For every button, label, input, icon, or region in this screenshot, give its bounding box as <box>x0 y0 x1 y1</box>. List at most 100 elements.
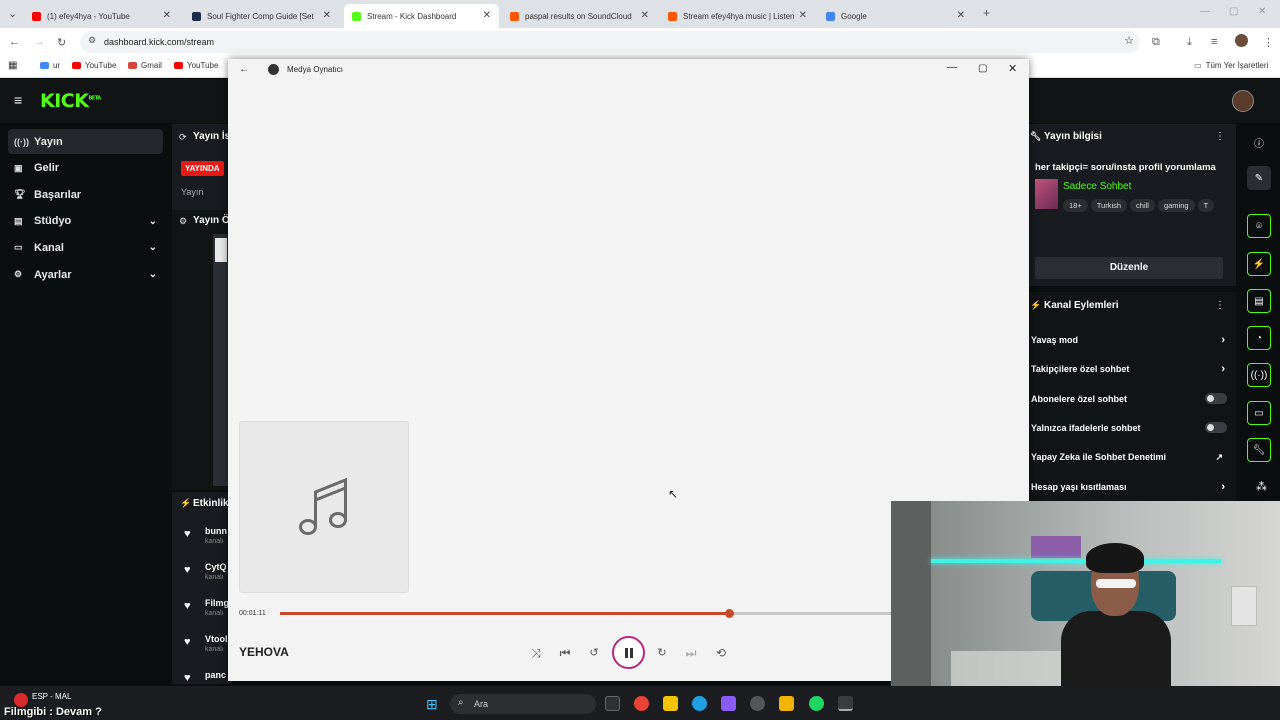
sticky-notes-icon[interactable] <box>663 696 678 711</box>
info-icon[interactable]: ⓘ <box>1254 135 1264 150</box>
activity-user[interactable]: Vtool <box>205 634 228 644</box>
toggle-switch[interactable] <box>1205 422 1227 433</box>
menu-kebab-icon[interactable]: ⋮ <box>1263 36 1274 49</box>
channel-action-item[interactable]: Hesap yaşı kısıtlaması › <box>1031 481 1227 493</box>
minimize-icon[interactable]: — <box>1200 6 1210 17</box>
profile-avatar[interactable] <box>1235 34 1248 47</box>
external-link-icon[interactable]: ↗ <box>1215 452 1223 463</box>
shuffle-icon[interactable]: ⤨ <box>527 644 545 662</box>
media-player-taskbar-icon[interactable] <box>838 696 853 711</box>
back-icon[interactable]: ← <box>9 36 20 48</box>
reload-icon[interactable]: ↻ <box>57 36 66 49</box>
download-icon[interactable]: ⤓ <box>1187 36 1192 49</box>
sidebar-item[interactable]: 🏆︎ Başarılar <box>8 182 163 207</box>
stream-tag[interactable]: T <box>1197 199 1215 212</box>
task-view-icon[interactable] <box>605 696 620 711</box>
next-track-icon[interactable]: ⏭ <box>682 644 700 662</box>
tab-close-icon[interactable]: ✕ <box>957 10 965 21</box>
chevron-right-icon[interactable]: › <box>1221 334 1225 346</box>
channel-action-item[interactable]: Yavaş mod › <box>1031 334 1227 346</box>
progress-thumb[interactable] <box>725 609 734 618</box>
file-explorer-icon[interactable] <box>779 696 794 711</box>
media-controls-icon[interactable]: ≡ <box>1211 36 1217 48</box>
browser-tab[interactable]: Google ✕ <box>818 4 973 28</box>
tab-close-icon[interactable]: ✕ <box>483 10 491 21</box>
channel-actions-menu-icon[interactable]: ⋮ <box>1215 300 1225 311</box>
settings-icon[interactable] <box>750 696 765 711</box>
taskbar-search[interactable]: ⌕ Ara <box>450 694 596 714</box>
chevron-down-icon[interactable]: ⌄ <box>149 242 157 253</box>
tab-close-icon[interactable]: ✕ <box>641 10 649 21</box>
stream-tag[interactable]: 18+ <box>1063 199 1088 212</box>
channel-action-item[interactable]: Yapay Zeka ile Sohbet Denetimi ↗ <box>1031 452 1227 462</box>
stream-tag[interactable]: Turkish <box>1090 199 1128 212</box>
sidebar-item[interactable]: ▤ Stüdyo ⌄ <box>8 209 163 234</box>
lightning-icon[interactable]: ⚡ <box>1247 252 1271 276</box>
extensions-icon[interactable]: ⧉ <box>1152 36 1160 49</box>
chrome-icon[interactable] <box>634 696 649 711</box>
stream-tag[interactable]: gaming <box>1157 199 1195 212</box>
channel-action-item[interactable]: Yalnızca ifadelerle sohbet <box>1031 422 1227 433</box>
tab-close-icon[interactable]: ✕ <box>323 10 331 21</box>
rewind-10-icon[interactable]: ↺ <box>585 644 603 662</box>
back-arrow-icon[interactable]: ← <box>239 64 249 75</box>
bookmark-star-icon[interactable]: ☆ <box>1124 34 1134 47</box>
browser-tab[interactable]: Stream efey4hya music | Listen ✕ <box>660 4 815 28</box>
apps-grid-icon[interactable]: ▦ <box>8 60 17 71</box>
previous-track-icon[interactable]: ⏮ <box>556 644 574 662</box>
sidebar-item[interactable]: ▭ Kanal ⌄ <box>8 235 163 260</box>
chevron-down-icon[interactable]: ⌄ <box>149 216 157 227</box>
activity-user[interactable]: panc <box>205 670 226 680</box>
bookmark-item[interactable]: YouTube <box>174 61 218 70</box>
broadcast-signal-icon[interactable]: ((·)) <box>1247 363 1271 387</box>
stream-tag[interactable]: chill <box>1130 199 1155 212</box>
category-thumbnail[interactable] <box>1035 179 1058 209</box>
player-close-icon[interactable]: ✕ <box>1008 62 1017 75</box>
hamburger-menu-icon[interactable]: ≡ <box>14 92 22 108</box>
chevron-down-icon[interactable]: ⌄ <box>149 269 157 280</box>
chevron-right-icon[interactable]: › <box>1221 363 1225 375</box>
chat-bubble-icon[interactable]: ◔ <box>1247 326 1271 350</box>
player-minimize-icon[interactable]: — <box>947 62 957 73</box>
edge-icon[interactable] <box>692 696 707 711</box>
new-tab-icon[interactable]: + <box>983 6 990 20</box>
user-avatar[interactable] <box>1232 90 1254 112</box>
bookmark-item[interactable]: YouTube <box>72 61 116 70</box>
kick-logo[interactable]: KICKBETA <box>40 90 101 112</box>
tab-close-icon[interactable]: ✕ <box>799 10 807 21</box>
stream-category[interactable]: Sadece Sohbet <box>1063 181 1131 192</box>
activity-user[interactable]: CytQ <box>205 562 227 572</box>
all-bookmarks[interactable]: ▭ Tüm Yer İşaretleri <box>1194 61 1268 70</box>
channel-action-item[interactable]: Takipçilere özel sohbet › <box>1031 363 1227 375</box>
pause-button[interactable] <box>612 636 645 669</box>
sidebar-item[interactable]: ⚙ Ayarlar ⌄ <box>8 262 163 287</box>
repeat-icon[interactable]: ⟲ <box>712 644 730 662</box>
browser-tab[interactable]: Soul Fighter Comp Guide [Set ✕ <box>184 4 339 28</box>
tab-search-icon[interactable]: ⌄ <box>8 7 17 20</box>
sidebar-item[interactable]: ((·)) Yayın <box>8 129 163 154</box>
maximize-icon[interactable]: ▢ <box>1229 6 1238 17</box>
layout-icon[interactable]: ▭ <box>1247 401 1271 425</box>
activity-user[interactable]: Filmg <box>205 598 229 608</box>
document-icon[interactable]: ▤ <box>1247 289 1271 313</box>
windows-start-icon[interactable]: ⊞ <box>426 696 438 713</box>
stream-info-menu-icon[interactable]: ⋮ <box>1215 131 1225 142</box>
chevron-right-icon[interactable]: › <box>1221 481 1225 493</box>
site-info-icon[interactable]: ⚙ <box>88 35 96 46</box>
address-bar[interactable]: ⚙ dashboard.kick.com/stream ☆ <box>80 31 1140 53</box>
forward-icon[interactable]: → <box>34 36 45 48</box>
spotify-icon[interactable] <box>809 696 824 711</box>
more-options-icon[interactable]: ⁂ <box>1256 480 1267 493</box>
activity-user[interactable]: bunn <box>205 526 227 536</box>
browser-tab[interactable]: Stream - Kick Dashboard ✕ <box>344 4 499 28</box>
close-icon[interactable]: ✕ <box>1258 6 1266 17</box>
clip-icon[interactable]: ⌾ <box>1247 214 1271 238</box>
forward-30-icon[interactable]: ↻ <box>653 644 671 662</box>
wrench-icon[interactable]: 🔧︎ <box>1247 438 1271 462</box>
browser-tab[interactable]: paspal results on SoundCloud ✕ <box>502 4 657 28</box>
copilot-icon[interactable] <box>721 696 736 711</box>
toggle-switch[interactable] <box>1205 393 1227 404</box>
bookmark-item[interactable]: ur <box>40 61 60 70</box>
browser-tab[interactable]: (1) efey4hya - YouTube ✕ <box>24 4 179 28</box>
player-maximize-icon[interactable]: ▢ <box>978 63 987 74</box>
